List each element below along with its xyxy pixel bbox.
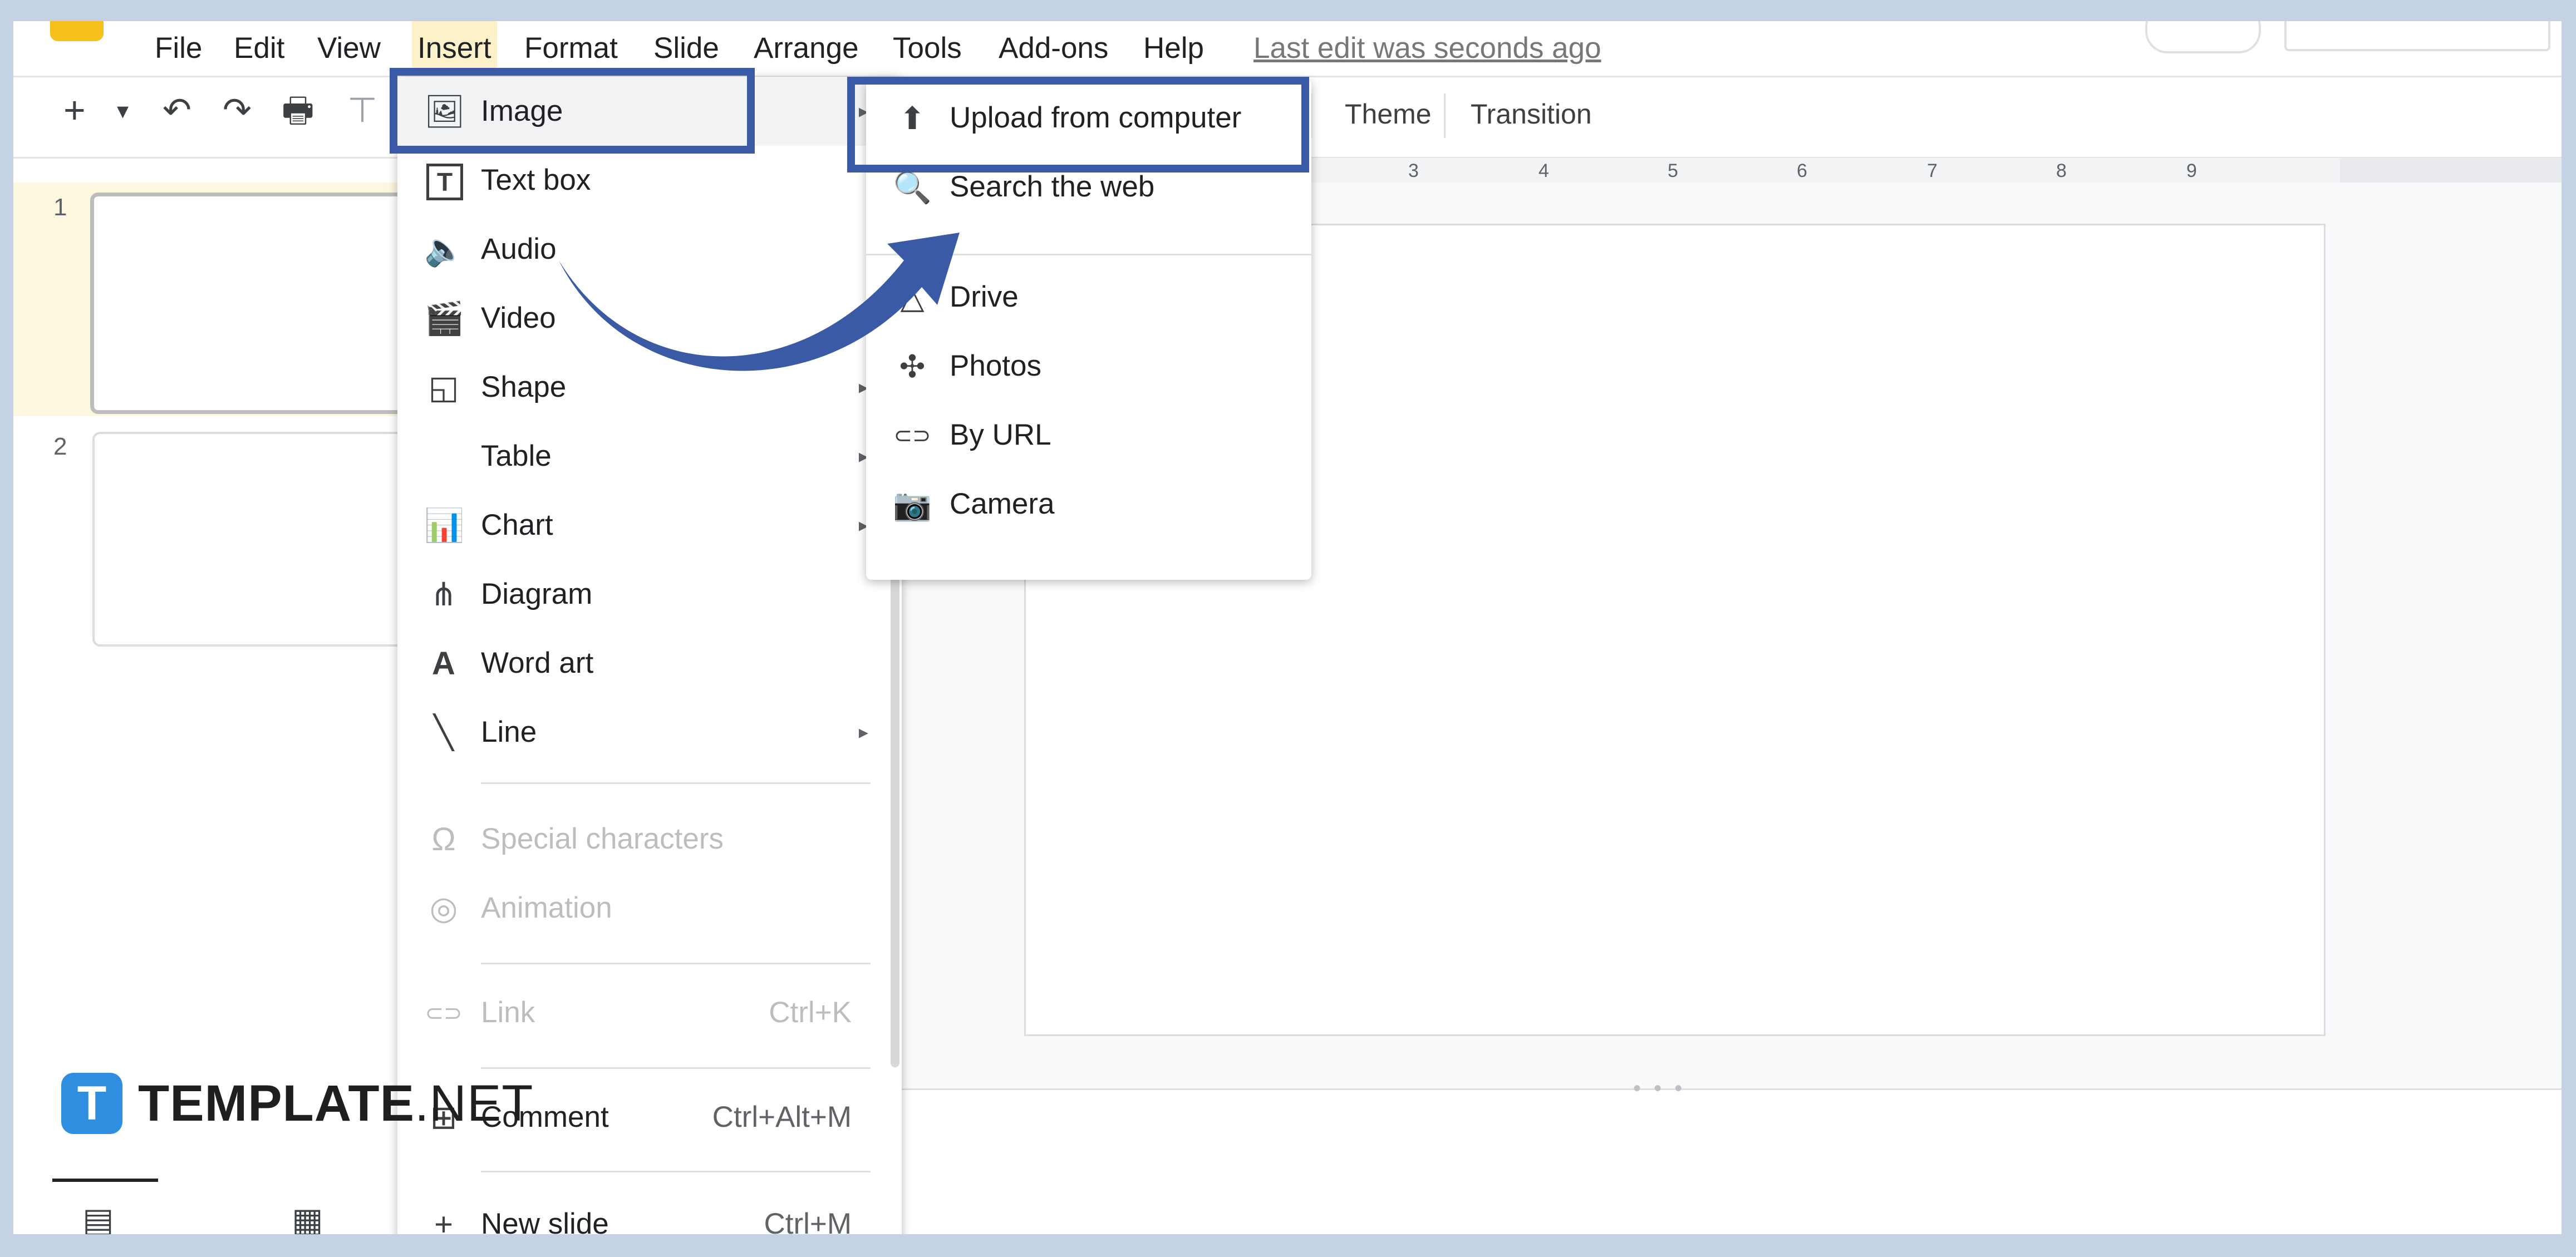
- undo-icon[interactable]: ↶: [163, 93, 191, 128]
- menu-item-label: New slide: [481, 1207, 609, 1234]
- menu-view[interactable]: View: [317, 21, 381, 76]
- menu-separator: [481, 963, 871, 964]
- animation-icon: ◎: [429, 890, 458, 926]
- resize-handle[interactable]: • • •: [1633, 1076, 1685, 1101]
- menu-separator: [481, 1067, 871, 1069]
- brand-name: TEMPLATE.NET: [138, 1073, 534, 1134]
- menu-item-animation: ◎ Animation: [397, 874, 902, 943]
- image-highlight-box: [390, 68, 755, 154]
- menu-item-shortcut: Ctrl+Alt+M: [712, 1101, 852, 1133]
- curved-arrow-annotation: [559, 233, 960, 371]
- menu-item-link: ⊂⊃ Link Ctrl+K: [397, 978, 902, 1047]
- ruler-tick: 4: [1538, 160, 1549, 181]
- slide-thumbnail-2[interactable]: [92, 432, 439, 647]
- link-icon: ⊂⊃: [893, 423, 931, 448]
- menu-item-chart[interactable]: 📊 Chart ▸: [397, 491, 902, 560]
- slide-number: 1: [53, 194, 67, 221]
- brand-name-light: .NET: [414, 1075, 534, 1132]
- ruler-tick: 9: [2186, 160, 2197, 181]
- menu-separator: [481, 782, 871, 784]
- menu-file[interactable]: File: [155, 21, 202, 76]
- menu-item-label: Table: [481, 440, 552, 472]
- video-icon: 🎬: [424, 300, 465, 337]
- menu-arrange[interactable]: Arrange: [754, 21, 859, 76]
- menu-item-label: Special characters: [481, 822, 724, 855]
- add-dropdown-icon[interactable]: ▾: [117, 99, 129, 122]
- ruler-tick: 8: [2056, 160, 2067, 181]
- ruler-tick: 5: [1668, 160, 1678, 181]
- submenu-item-label: Camera: [950, 487, 1055, 520]
- last-edit-link[interactable]: Last edit was seconds ago: [1253, 21, 1601, 76]
- theme-button[interactable]: Theme: [1345, 98, 1432, 130]
- menu-item-label: Link: [481, 996, 535, 1029]
- menu-item-special-characters: Ω Special characters: [397, 805, 902, 874]
- brand-logo: T: [61, 1073, 122, 1134]
- menu-item-label: Word art: [481, 647, 594, 679]
- ruler-end: [2340, 158, 2562, 184]
- app-logo[interactable]: [50, 21, 104, 41]
- word-art-icon: A: [432, 645, 455, 682]
- audio-icon: 🔈: [424, 231, 465, 268]
- menu-item-label: Video: [481, 302, 556, 334]
- menu-item-shortcut: Ctrl+K: [769, 996, 852, 1029]
- text-box-icon: T: [426, 164, 463, 200]
- transition-button[interactable]: Transition: [1471, 98, 1592, 130]
- menu-item-label: Animation: [481, 891, 612, 924]
- ruler-tick: 6: [1797, 160, 1807, 181]
- menu-item-label: Audio: [481, 233, 557, 265]
- horizontal-ruler: 3 4 5 6 7 8 9: [1294, 158, 2340, 184]
- slides-app-window: File Edit View Insert Format Slide Arran…: [13, 21, 2562, 1234]
- menu-separator: [481, 1171, 871, 1172]
- menu-item-label: Text box: [481, 164, 591, 196]
- menu-item-text-box[interactable]: T Text box: [397, 146, 902, 215]
- new-slide-icon: +: [434, 1206, 453, 1234]
- menu-item-new-slide[interactable]: + New slide Ctrl+M: [397, 1190, 902, 1234]
- menu-item-line[interactable]: ╲ Line ▸: [397, 698, 902, 767]
- diagram-icon: ⋔: [430, 576, 458, 613]
- submenu-item-camera[interactable]: 📷 Camera: [866, 470, 1311, 539]
- menu-item-shortcut: Ctrl+M: [764, 1207, 852, 1234]
- omega-icon: Ω: [431, 821, 456, 857]
- menu-edit[interactable]: Edit: [234, 21, 284, 76]
- menu-item-word-art[interactable]: A Word art: [397, 629, 902, 698]
- link-icon: ⊂⊃: [425, 1001, 463, 1026]
- print-icon[interactable]: 🖶: [282, 93, 314, 128]
- ruler-tick: 7: [1927, 160, 1938, 181]
- menu-help[interactable]: Help: [1143, 21, 1204, 76]
- submenu-arrow-icon: ▸: [858, 722, 868, 743]
- upload-highlight-box: [847, 77, 1309, 172]
- redo-icon[interactable]: ↷: [223, 93, 252, 128]
- menu-item-diagram[interactable]: ⋔ Diagram: [397, 560, 902, 629]
- submenu-item-by-url[interactable]: ⊂⊃ By URL: [866, 401, 1311, 470]
- menu-tools[interactable]: Tools: [893, 21, 962, 76]
- paint-format-icon[interactable]: ⊤: [347, 93, 377, 128]
- menu-add-ons[interactable]: Add-ons: [999, 21, 1108, 76]
- filmstrip-view-icon[interactable]: ▤: [82, 1201, 114, 1234]
- notes-divider: [893, 1088, 2562, 1090]
- search-box[interactable]: [2284, 21, 2550, 51]
- chart-icon: 📊: [424, 507, 465, 544]
- ruler-tick: 3: [1408, 160, 1419, 181]
- menu-item-label: Diagram: [481, 578, 593, 610]
- menu-item-table[interactable]: Table ▸: [397, 422, 902, 491]
- slide-number: 2: [53, 433, 67, 460]
- camera-icon: 📷: [893, 487, 932, 522]
- submenu-item-label: By URL: [950, 418, 1051, 451]
- grid-view-icon[interactable]: ▦: [292, 1201, 323, 1234]
- brand-name-bold: TEMPLATE: [138, 1075, 415, 1132]
- add-button[interactable]: +: [63, 91, 86, 129]
- toolbar-divider: [1444, 93, 1446, 138]
- slide-thumbnail-1[interactable]: [90, 193, 443, 414]
- line-icon: ╲: [434, 714, 454, 751]
- menu-item-label: Chart: [481, 509, 553, 541]
- shape-icon: ◱: [428, 369, 459, 406]
- panel-tab-indicator: [52, 1179, 158, 1182]
- search-icon: 🔍: [893, 170, 932, 205]
- share-button[interactable]: [2145, 21, 2261, 53]
- menu-item-label: Line: [481, 716, 537, 748]
